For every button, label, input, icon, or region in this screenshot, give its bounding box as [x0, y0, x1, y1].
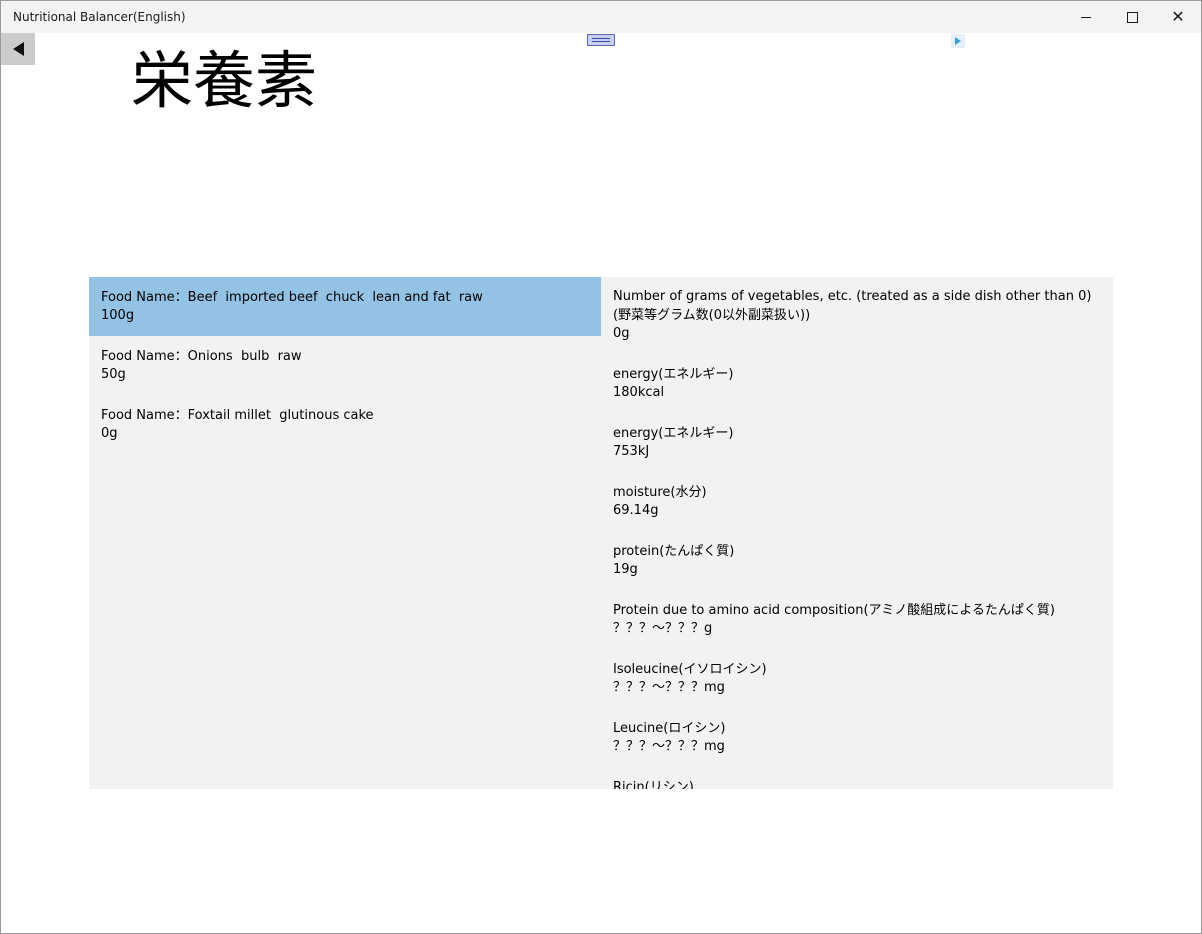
nutrient-value: 753kJ	[613, 444, 650, 459]
nutrient-label: Protein due to amino acid composition(アミ…	[613, 602, 1055, 618]
nutrient-panel: Number of grams of vegetables, etc. (tre…	[601, 277, 1113, 789]
nutrient-item: energy(エネルギー) 753kJ	[613, 425, 1101, 462]
nutrient-item: energy(エネルギー) 180kcal	[613, 366, 1101, 403]
nutrient-label: protein(たんぱく質)	[613, 543, 735, 559]
food-name: Food Name：Beef imported beef chuck lean …	[101, 290, 483, 305]
food-name: Food Name：Foxtail millet glutinous cake	[101, 408, 374, 423]
food-amount: 50g	[101, 367, 126, 382]
nutrient-label: energy(エネルギー)	[613, 425, 734, 441]
maximize-button[interactable]	[1109, 1, 1155, 33]
nutrient-label-secondary: (野菜等グラム数(0以外副菜扱い))	[613, 307, 811, 323]
title-bar[interactable]: Nutritional Balancer(English) ✕	[1, 1, 1201, 33]
nutrient-value: ？？？～？？？g	[613, 621, 713, 636]
minimize-icon	[1081, 16, 1091, 18]
food-list-item[interactable]: Food Name：Onions bulb raw 50g	[89, 336, 601, 395]
nutrient-label: Ricin(リシン)	[613, 779, 694, 790]
nutrient-item: Number of grams of vegetables, etc. (tre…	[613, 288, 1101, 344]
nutrient-value: 19g	[613, 562, 638, 577]
nutrient-label: moisture(水分)	[613, 484, 707, 500]
close-icon: ✕	[1171, 7, 1185, 26]
back-button[interactable]	[1, 33, 35, 65]
food-amount: 100g	[101, 308, 135, 323]
nutrient-item: protein(たんぱく質) 19g	[613, 543, 1101, 580]
nutrient-label: Number of grams of vegetables, etc. (tre…	[613, 289, 1092, 304]
close-button[interactable]: ✕	[1155, 1, 1201, 33]
page-title: 栄養素	[131, 44, 318, 117]
window-title: Nutritional Balancer(English)	[13, 10, 186, 24]
nutrient-item: Ricin(リシン)	[613, 779, 1101, 790]
back-arrow-icon	[12, 42, 24, 56]
ad-handle-icon[interactable]	[587, 34, 615, 46]
food-list: Food Name：Beef imported beef chuck lean …	[89, 277, 601, 789]
minimize-button[interactable]	[1063, 1, 1109, 33]
nutrient-value: ？？？～？？？mg	[613, 680, 725, 695]
food-list-item[interactable]: Food Name：Beef imported beef chuck lean …	[89, 277, 601, 336]
nutrient-item: Isoleucine(イソロイシン) ？？？～？？？mg	[613, 661, 1101, 698]
nutrient-item: Protein due to amino acid composition(アミ…	[613, 602, 1101, 639]
food-name: Food Name：Onions bulb raw	[101, 349, 302, 364]
app-window: Nutritional Balancer(English) ✕ 栄養素 Food…	[0, 0, 1202, 934]
nutrient-label: Leucine(ロイシン)	[613, 720, 726, 736]
nutrient-value: 0g	[613, 326, 630, 341]
nutrient-value: 180kcal	[613, 385, 665, 400]
ad-choices-icon[interactable]	[951, 34, 965, 48]
nutrient-value: 69.14g	[613, 503, 659, 518]
nutrient-value: ？？？～？？？mg	[613, 739, 725, 754]
nutrient-item: moisture(水分) 69.14g	[613, 484, 1101, 521]
maximize-icon	[1126, 11, 1138, 23]
food-list-item[interactable]: Food Name：Foxtail millet glutinous cake 0…	[89, 395, 601, 454]
nutrient-label: Isoleucine(イソロイシン)	[613, 661, 767, 677]
nutrient-list: Number of grams of vegetables, etc. (tre…	[601, 277, 1113, 789]
nutrient-item: Leucine(ロイシン) ？？？～？？？mg	[613, 720, 1101, 757]
nutrient-label: energy(エネルギー)	[613, 366, 734, 382]
food-amount: 0g	[101, 426, 118, 441]
